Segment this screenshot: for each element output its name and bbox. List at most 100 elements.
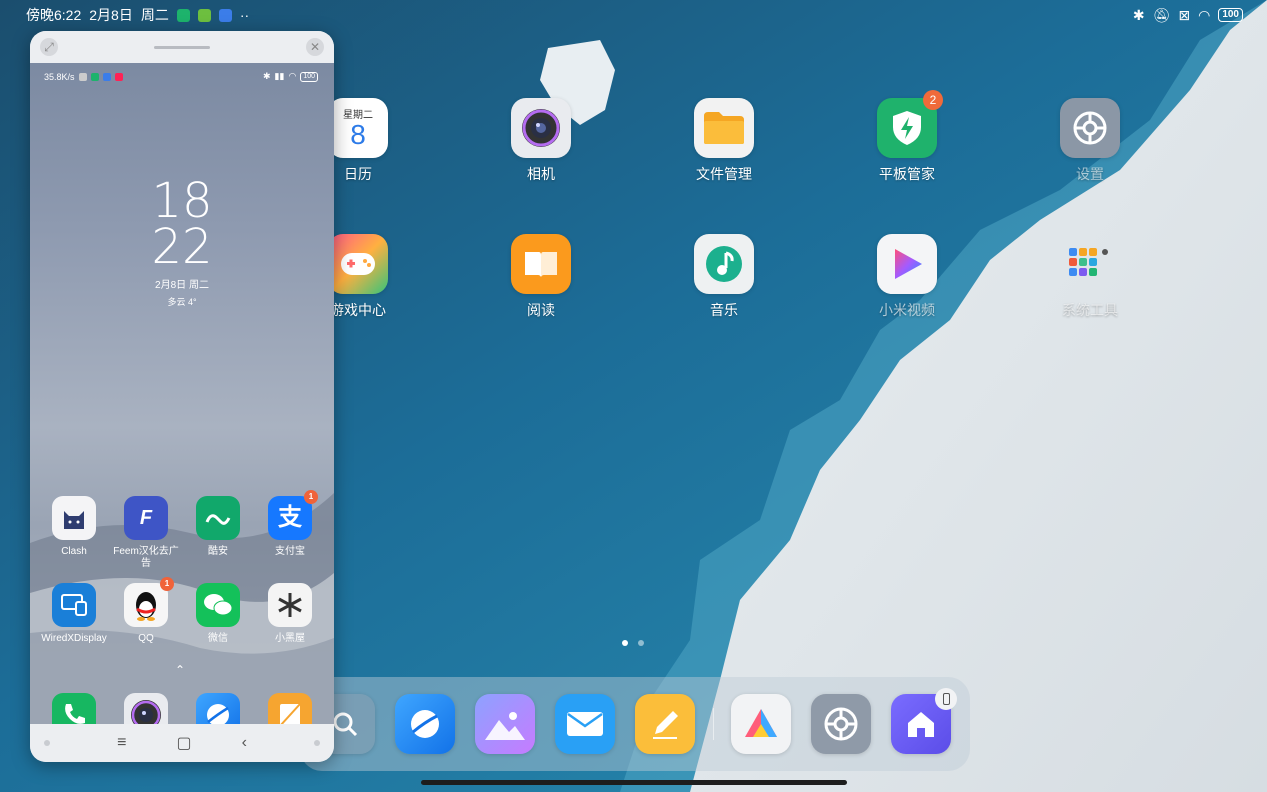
- wifi-icon: ◠: [1198, 6, 1211, 23]
- qq-penguin-icon: 1: [124, 577, 174, 627]
- notification-badge: 2: [923, 90, 943, 110]
- home-indicator[interactable]: [421, 780, 847, 785]
- dock-smart-home[interactable]: [891, 688, 957, 754]
- dock-notes[interactable]: [635, 694, 695, 754]
- search-icon: [333, 712, 358, 737]
- status-date: 2月8日: [89, 7, 133, 23]
- phone-mirror-window[interactable]: ⤢ ✕ 35.8K/s ✱ ▮▮ ◠ 100 18 22 2月8日 周二 多云 …: [30, 31, 334, 762]
- camera-icon: [511, 98, 571, 158]
- mute-icon: 🔕︎: [1152, 6, 1171, 23]
- nav-dot: [313, 740, 320, 746]
- dock-separator: [713, 708, 714, 740]
- dock-recent-app[interactable]: [731, 694, 791, 754]
- phone-app-clash[interactable]: Clash: [41, 496, 107, 558]
- dock-mail[interactable]: [555, 694, 615, 754]
- notes-icon: [280, 703, 301, 724]
- lock-clock-widget[interactable]: 18 22 2月8日 周二 多云 4°: [30, 173, 334, 308]
- phone-dock-dialer[interactable]: [52, 693, 96, 724]
- shield-icon: 2: [877, 90, 943, 158]
- mail-icon: [567, 712, 603, 736]
- app-label: 阅读: [527, 302, 555, 318]
- home-icon: [908, 712, 934, 737]
- notification-badge: 1: [160, 577, 174, 591]
- status-bar: 傍晚6:22 2月8日 周二 ·· ✱ 🔕︎ ⊠ ◠ 100: [0, 0, 1267, 30]
- folder-grid-icon: [1060, 234, 1120, 294]
- phone-app-wechat[interactable]: 微信: [185, 583, 251, 645]
- display-icon: [52, 583, 96, 627]
- feem-icon: F: [124, 496, 168, 540]
- phone-screen: 35.8K/s ✱ ▮▮ ◠ 100 18 22 2月8日 周二 多云 4° C…: [30, 63, 334, 724]
- phone-status-bar: 35.8K/s ✱ ▮▮ ◠ 100: [44, 71, 318, 82]
- phone-dock-browser[interactable]: [196, 693, 240, 724]
- app-mi-video[interactable]: 小米视频: [847, 234, 967, 320]
- dock-settings[interactable]: [811, 694, 871, 754]
- phone-badge-icon: [935, 688, 957, 710]
- coolapk-icon: [196, 496, 240, 540]
- gear-icon: [1060, 98, 1120, 158]
- folder-system-tools[interactable]: 系统工具: [1030, 234, 1150, 320]
- app-label: 小米视频: [879, 302, 935, 318]
- snowflake-icon: [268, 583, 312, 627]
- home-button[interactable]: ▢: [176, 733, 191, 753]
- page-dot-active: [622, 640, 628, 646]
- app-label: 相机: [527, 166, 555, 182]
- folder-icon: [694, 98, 754, 158]
- app-reader[interactable]: 阅读: [481, 234, 601, 320]
- browser-icon: [207, 704, 229, 724]
- bluetooth-icon: ✱: [263, 71, 271, 81]
- phone-dock-camera[interactable]: [124, 693, 168, 724]
- expand-icon[interactable]: ⤢: [40, 38, 58, 56]
- dock-browser[interactable]: [395, 694, 455, 754]
- phone-nav-bar: ≡ ▢ ‹: [30, 724, 334, 762]
- phone-app-wiredxdisplay[interactable]: WiredXDisplay: [41, 583, 107, 645]
- app-settings[interactable]: 设置: [1030, 98, 1150, 184]
- app-label: WiredXDisplay: [41, 633, 107, 644]
- gear-icon: [824, 707, 858, 741]
- alipay-icon: 支 1: [268, 490, 318, 540]
- app-label: 设置: [1076, 166, 1104, 182]
- phone-app-alipay[interactable]: 支 1 支付宝: [257, 490, 323, 558]
- dock-gallery[interactable]: [475, 694, 535, 754]
- wifi-icon: ◠: [288, 71, 297, 81]
- wechat-icon: [196, 583, 240, 627]
- app-notification-icon: [218, 8, 232, 22]
- app-label: 小黑屋: [275, 633, 305, 644]
- phone-app-feem[interactable]: F Feem汉化去广告: [113, 496, 179, 570]
- menu-button[interactable]: ≡: [117, 734, 126, 752]
- battery-icon: 100: [1218, 8, 1243, 22]
- window-titlebar[interactable]: ⤢ ✕: [30, 31, 334, 63]
- play-icon: [877, 234, 937, 294]
- app-camera[interactable]: 相机: [481, 98, 601, 184]
- bluetooth-icon: ✱: [1132, 6, 1145, 23]
- clock-hour: 18: [151, 173, 213, 229]
- app-music[interactable]: 音乐: [664, 234, 784, 320]
- phone-app-qq[interactable]: 1 QQ: [113, 577, 179, 645]
- gallery-icon: [485, 712, 525, 740]
- network-speed: 35.8K/s: [44, 71, 75, 82]
- drag-handle[interactable]: [154, 45, 210, 49]
- app-files[interactable]: 文件管理: [664, 98, 784, 184]
- sim-off-icon: ⊠: [1178, 6, 1191, 23]
- app-tablet-manager[interactable]: 2 平板管家: [847, 90, 967, 184]
- clock-date: 2月8日 周二: [155, 280, 209, 291]
- close-icon[interactable]: ✕: [306, 38, 324, 56]
- phone-app-coolapk[interactable]: 酷安: [185, 496, 251, 558]
- page-dot: [638, 640, 644, 646]
- clock-minute: 22: [151, 219, 213, 275]
- app-label: 音乐: [710, 302, 738, 318]
- phone-dock-notes[interactable]: [268, 693, 312, 724]
- gamepad-icon: [328, 234, 388, 294]
- app-label: QQ: [138, 633, 154, 644]
- security-icon: [90, 72, 99, 81]
- security-notification-icon: [176, 8, 190, 22]
- app-label: 系统工具: [1062, 302, 1118, 318]
- status-weekday: 周二: [140, 7, 169, 23]
- download-notification-icon: [197, 8, 211, 22]
- phone-app-blackroom[interactable]: 小黑屋: [257, 583, 323, 645]
- book-icon: [511, 234, 571, 294]
- triangle-app-icon: [745, 709, 777, 737]
- browser-icon: [411, 710, 439, 738]
- chevron-up-icon[interactable]: ⌃: [175, 663, 185, 677]
- qq-notification-icon: [102, 72, 111, 81]
- back-button[interactable]: ‹: [242, 734, 247, 752]
